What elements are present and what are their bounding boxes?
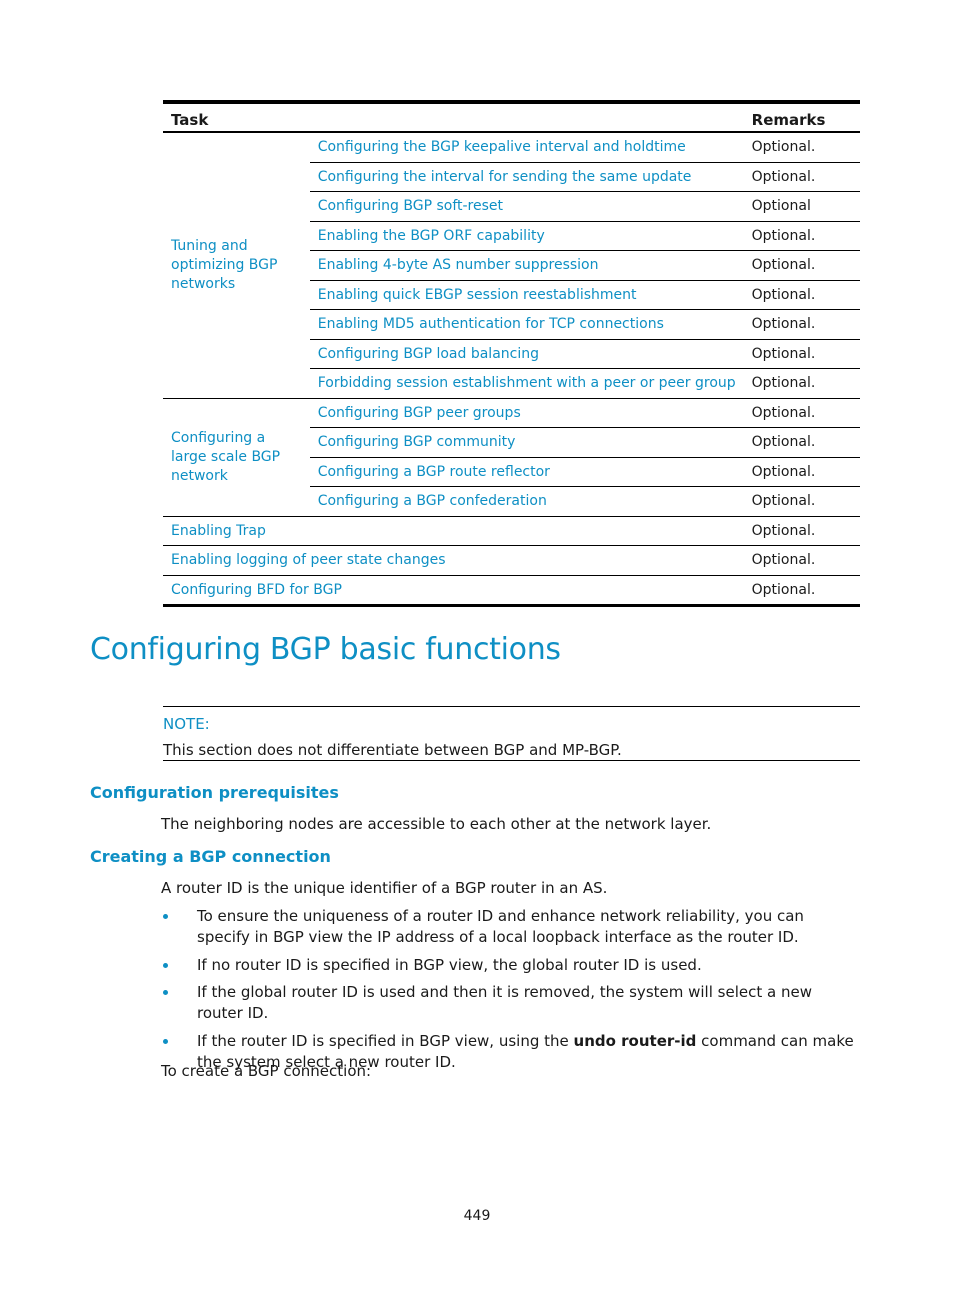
table-body: Tuning and optimizing BGP networks Config… [163, 132, 860, 606]
remark-cell: Optional. [743, 398, 860, 428]
create-connection-intro: To create a BGP connection: [161, 1062, 372, 1080]
remark-cell: Optional. [743, 309, 860, 340]
remark-cell: Optional. [751, 581, 816, 598]
task-link[interactable]: Configuring BGP peer groups [309, 398, 744, 428]
header-remarks: Remarks [743, 102, 860, 133]
table-row: Configuring BFD for BGP Optional. [163, 575, 860, 606]
remark-cell: Optional. [743, 486, 860, 517]
task-link[interactable]: Configuring BGP load balancing [309, 339, 744, 369]
table-row: Configuring a large scale BGP network Con… [163, 398, 860, 517]
note-text: This section does not differentiate betw… [163, 741, 622, 759]
task-link[interactable]: Enabling logging of peer state changes [163, 545, 744, 576]
remark-cell: Optional. [743, 457, 860, 487]
heading-configuration-prerequisites: Configuration prerequisites [90, 783, 339, 802]
task-link[interactable]: Configuring the interval for sending the… [309, 162, 744, 192]
note-box: NOTE: This section does not differentiat… [163, 706, 860, 761]
remark-cell: Optional. [743, 280, 860, 310]
task-link[interactable]: Configuring BGP soft-reset [309, 191, 744, 222]
task-link[interactable]: Enabling quick EBGP session reestablishm… [309, 280, 744, 310]
table-row: Tuning and optimizing BGP networks Config… [163, 132, 860, 399]
group-link[interactable]: Tuning and optimizing BGP networks [163, 132, 310, 399]
task-link[interactable]: Configuring BGP community [309, 427, 744, 458]
task-table: Task Remarks Tuning and optimizing BGP n… [163, 100, 860, 607]
remark-cell: Optional. [743, 368, 860, 399]
bullet-icon [163, 962, 168, 968]
bullet-item: To ensure the uniqueness of a router ID … [161, 906, 861, 948]
table-header-row: Task Remarks [163, 102, 860, 133]
note-label: NOTE: [163, 715, 210, 733]
remark-cell: Optional. [743, 339, 860, 369]
remark-cell: Optional [743, 191, 860, 222]
router-id-bullets: To ensure the uniqueness of a router ID … [161, 906, 861, 1079]
router-id-intro: A router ID is the unique identifier of … [161, 879, 608, 897]
bullet-icon [163, 1038, 168, 1044]
remark-cell: Optional. [743, 250, 860, 281]
command-undo-router-id: undo router-id [573, 1031, 697, 1050]
header-task: Task [163, 102, 744, 133]
bullet-item: If the global router ID is used and then… [161, 982, 861, 1024]
bullet-icon [163, 990, 168, 995]
task-link[interactable]: Forbidding session establishment with a … [309, 368, 744, 399]
task-link[interactable]: Configuring a BGP confederation [309, 486, 744, 517]
prereq-text: The neighboring nodes are accessible to … [161, 815, 712, 833]
task-link[interactable]: Enabling MD5 authentication for TCP conn… [309, 309, 744, 340]
table-row: Enabling logging of peer state changes Op… [163, 545, 860, 576]
task-link[interactable]: Enabling Trap [163, 516, 744, 546]
remark-cell: Optional. [743, 545, 860, 576]
remark-cell: Optional. [743, 132, 860, 163]
task-link[interactable]: Enabling the BGP ORF capability [309, 221, 744, 251]
task-link[interactable]: Configuring a BGP route reflector [309, 457, 744, 487]
page-number: 449 [463, 1208, 491, 1224]
remark-cell: Optional. [743, 162, 860, 192]
task-link[interactable]: Configuring the BGP keepalive interval a… [309, 132, 744, 163]
task-link[interactable]: Configuring BFD for BGP [163, 575, 744, 606]
section-title: Configuring BGP basic functions [90, 632, 561, 667]
remark-cell: Optional. [743, 221, 860, 251]
heading-creating-bgp-connection: Creating a BGP connection [90, 847, 331, 866]
remark-cell: Optional. [743, 427, 860, 458]
bullet-item: If no router ID is specified in BGP view… [161, 955, 861, 976]
bullet-icon [163, 914, 168, 919]
table-row: Enabling Trap Optional. [163, 516, 860, 546]
remark-cell: Optional. [743, 516, 860, 546]
group-link[interactable]: Configuring a large scale BGP network [163, 398, 310, 517]
task-link[interactable]: Enabling 4-byte AS number suppression [309, 250, 744, 281]
